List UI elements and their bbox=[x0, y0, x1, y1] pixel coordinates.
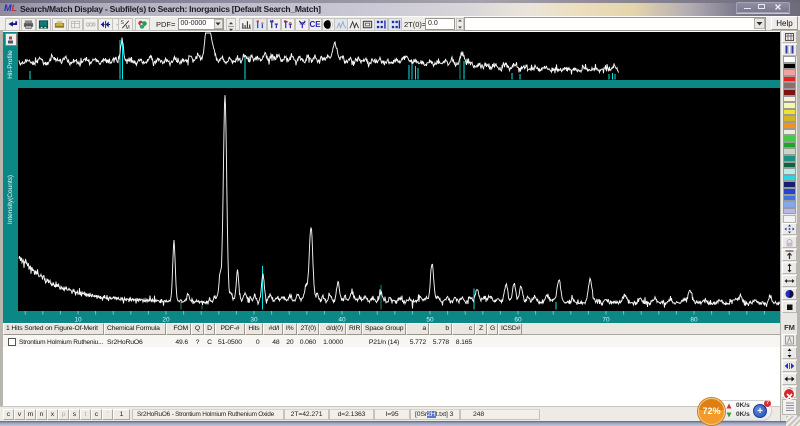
svg-text:M: M bbox=[125, 25, 129, 30]
svg-text:S: S bbox=[120, 20, 124, 26]
